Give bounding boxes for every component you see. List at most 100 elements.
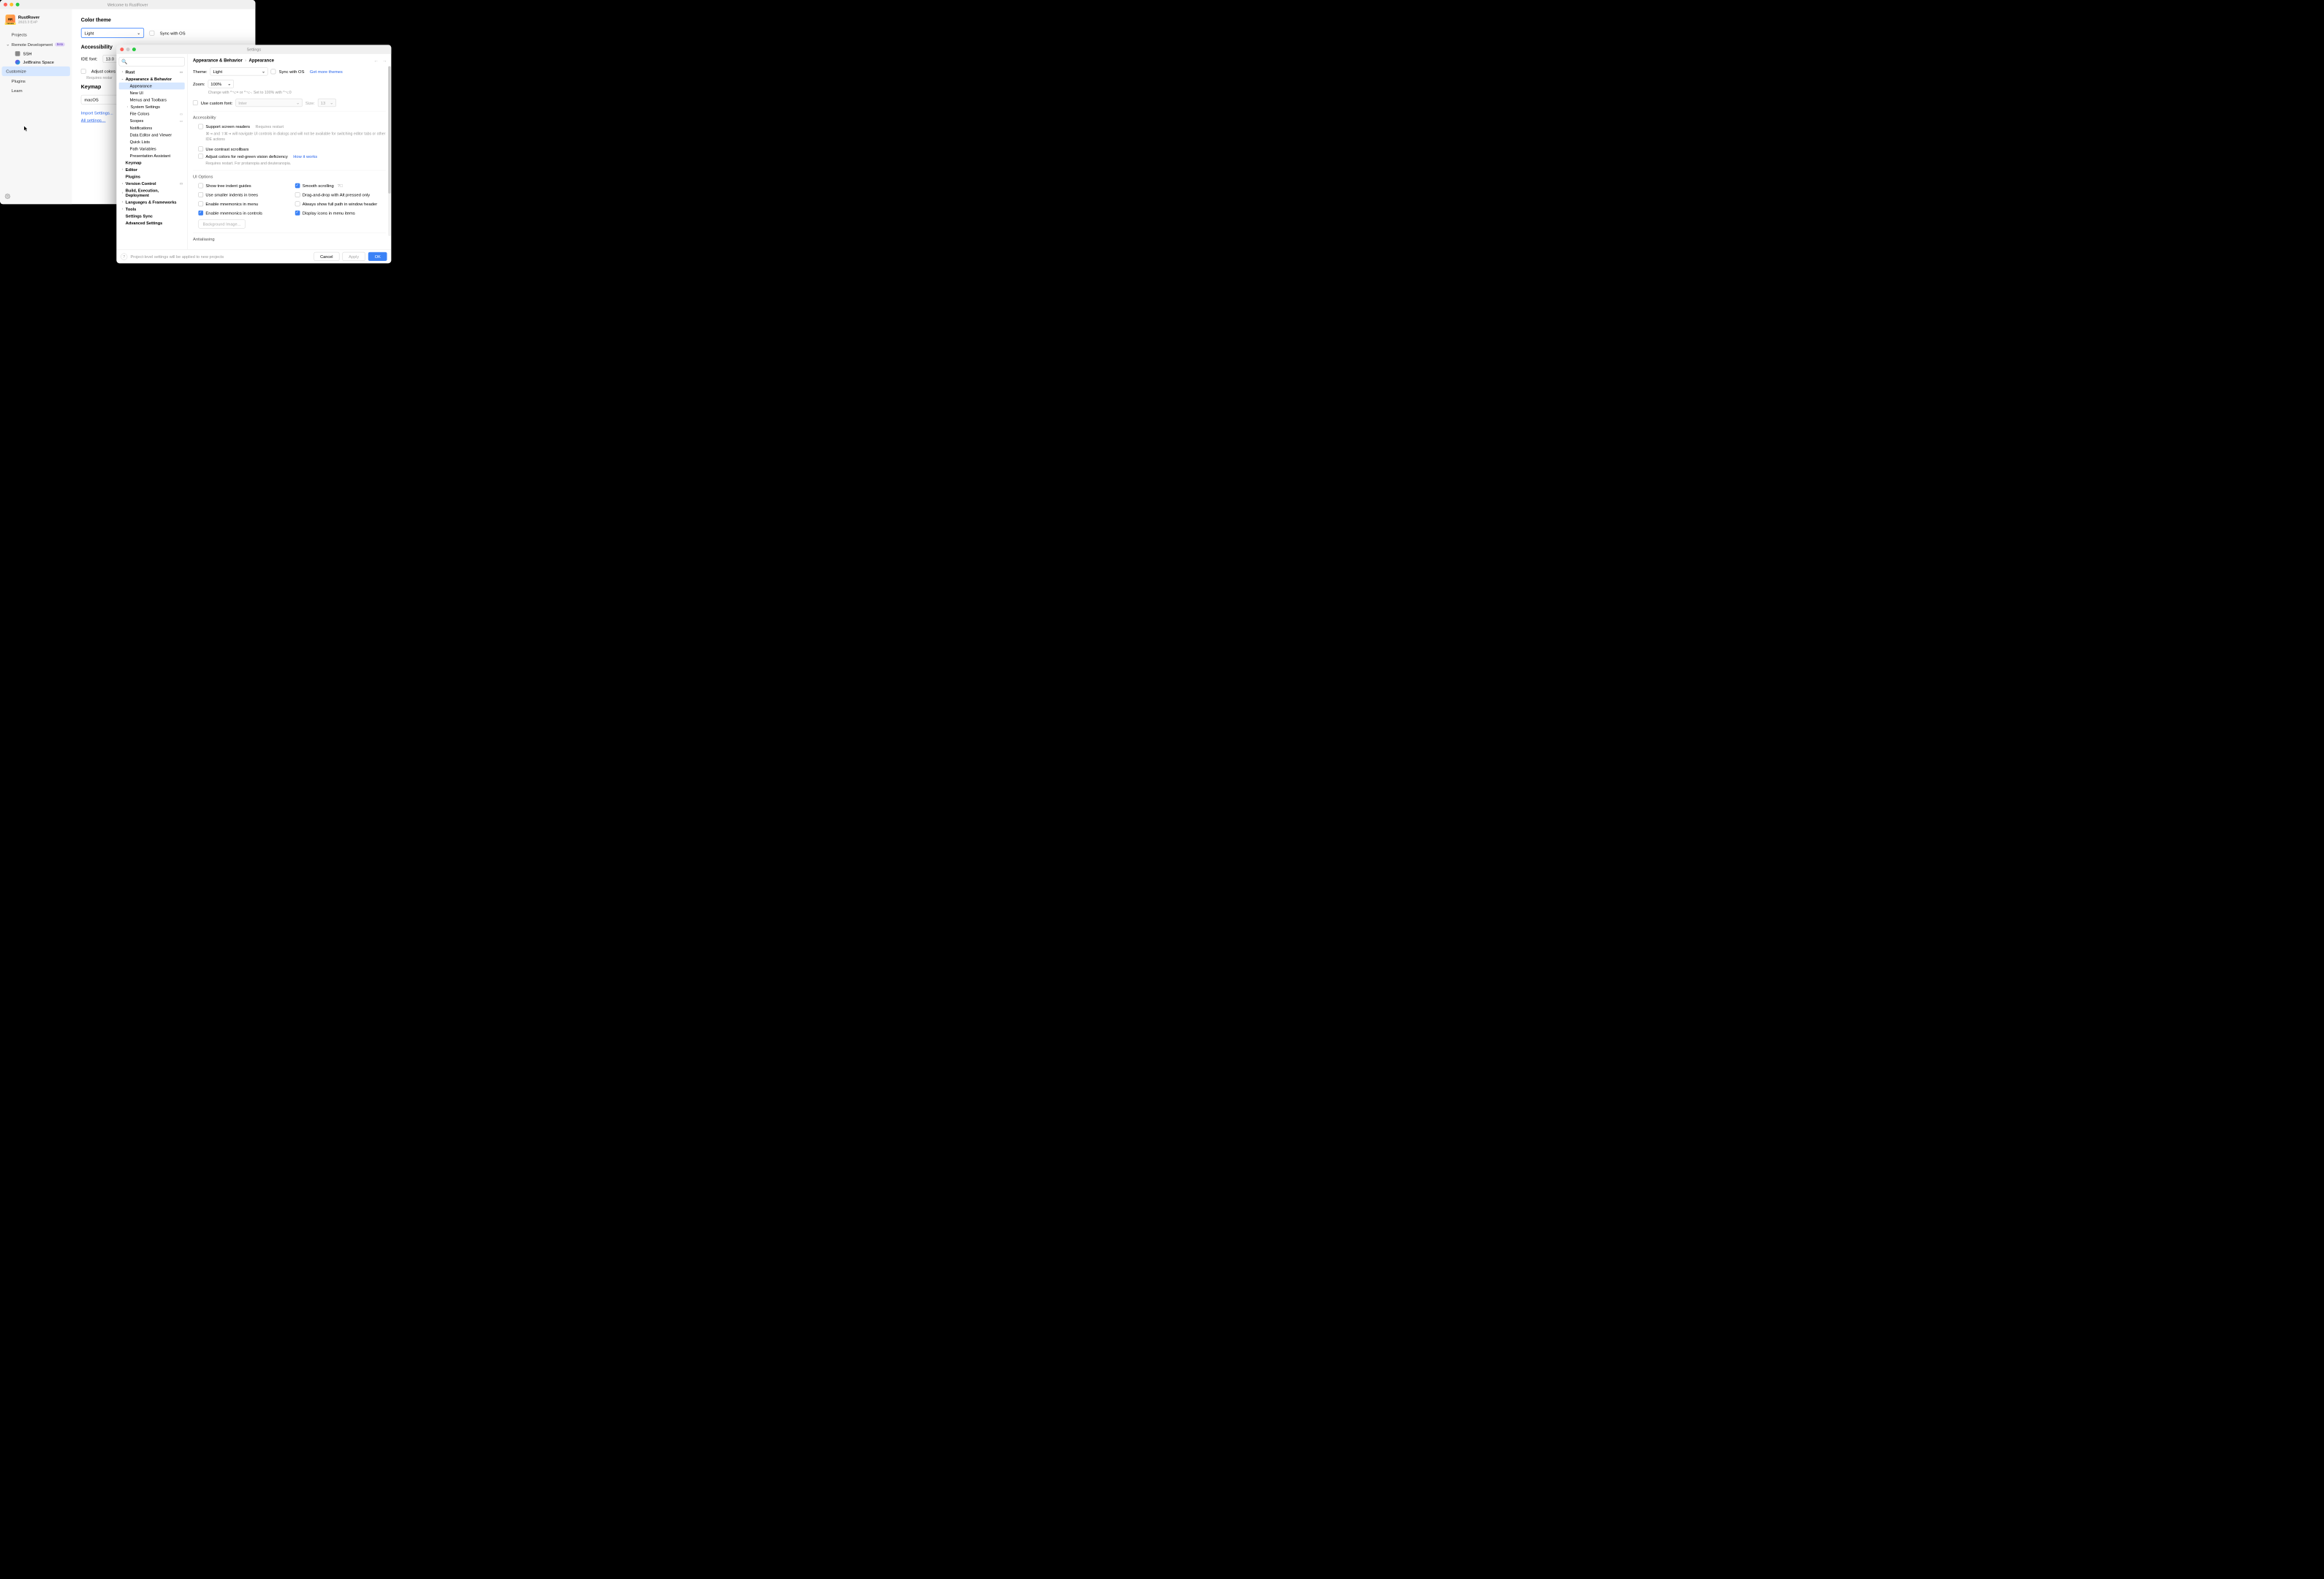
tree-presentation[interactable]: Presentation Assistant — [119, 152, 185, 159]
nav-customize[interactable]: Customize — [1, 67, 69, 76]
tree-system-settings[interactable]: ›System Settings — [119, 104, 185, 111]
tree-label: Keymap — [126, 161, 142, 165]
tree-label: Data Editor and Viewer — [130, 132, 172, 137]
tree-tools[interactable]: ›Tools — [119, 205, 185, 213]
tree-label: Path Variables — [130, 146, 156, 151]
tree-keymap[interactable]: Keymap — [119, 159, 185, 167]
tree-label: Settings Sync — [126, 214, 153, 219]
tree-file-colors[interactable]: File Colors ▭ — [119, 110, 185, 118]
tree-label: Presentation Assistant — [130, 154, 170, 158]
tree-data-editor[interactable]: Data Editor and Viewer — [119, 132, 185, 139]
full-path-checkbox[interactable] — [295, 202, 300, 207]
tree-appearance-behavior[interactable]: ⌄Appearance & Behavior — [119, 75, 185, 83]
search-field[interactable] — [129, 59, 182, 64]
nav-plugins[interactable]: Plugins — [0, 76, 72, 86]
full-path-label: Always show full path in window header — [303, 202, 377, 207]
ok-button[interactable]: OK — [368, 252, 387, 261]
theme-dropdown[interactable]: Light ⌄ — [81, 28, 144, 38]
search-input[interactable]: 🔍 — [119, 57, 185, 66]
sync-os-checkbox[interactable] — [150, 31, 155, 36]
breadcrumb-parent[interactable]: Appearance & Behavior — [193, 58, 243, 64]
chevron-right-icon: › — [245, 58, 246, 64]
tree-scopes[interactable]: Scopes▭ — [119, 118, 185, 125]
mnemonics-controls-label: Enable mnemonics in controls — [205, 211, 262, 216]
tree-label: Build, Execution, Deployment — [126, 189, 183, 197]
nav-jetbrains-space[interactable]: JetBrains Space — [0, 58, 72, 67]
screen-readers-hint: ⌘⇥ and ⇧⌘⇥ will navigate UI controls in … — [198, 131, 385, 143]
tree-advanced[interactable]: Advanced Settings — [119, 219, 185, 227]
tree-appearance[interactable]: Appearance — [119, 83, 185, 90]
tree-plugins[interactable]: Plugins — [119, 173, 185, 181]
tree-new-ui[interactable]: New UI — [119, 89, 185, 96]
nav-projects[interactable]: Projects — [0, 30, 72, 39]
requires-restart-hint: Requires restart — [256, 124, 284, 129]
how-it-works-link[interactable]: How it works — [293, 154, 317, 159]
project-badge-icon: ▭ — [180, 112, 183, 116]
chevron-down-icon: ⌄ — [137, 31, 140, 36]
gear-icon[interactable] — [5, 194, 10, 201]
tree-label: Rust — [126, 69, 134, 74]
theme-select[interactable]: Light⌄ — [210, 67, 268, 75]
tree-label: Menus and Toolbars — [130, 98, 167, 102]
smaller-indents-checkbox[interactable] — [198, 192, 203, 197]
tree-indent-checkbox[interactable] — [198, 183, 203, 189]
mnemonics-menu-checkbox[interactable] — [198, 202, 203, 207]
select-value: 100% — [210, 81, 221, 86]
dropdown-value: macOS — [84, 97, 98, 102]
cancel-button[interactable]: Cancel — [314, 252, 339, 261]
size-select[interactable]: 13⌄ — [318, 99, 336, 107]
nav-remote-development[interactable]: ⌄Remote DevelopmentBeta — [0, 39, 72, 50]
nav-ssh[interactable]: SSH — [0, 50, 72, 58]
dropdown-value: Light — [85, 31, 94, 36]
chevron-right-icon: › — [121, 208, 124, 211]
scrollbar-thumb[interactable] — [388, 66, 390, 193]
nav-learn[interactable]: Learn — [0, 86, 72, 95]
drag-drop-alt-checkbox[interactable] — [295, 192, 300, 197]
tree-label: Quick Lists — [130, 140, 150, 144]
font-select[interactable]: Inter⌄ — [235, 99, 302, 107]
tree-quick-lists[interactable]: Quick Lists — [119, 138, 185, 145]
size-label: Size: — [305, 100, 315, 105]
nav-label: Learn — [12, 88, 23, 94]
tree-settings-sync[interactable]: Settings Sync — [119, 213, 185, 220]
smooth-scrolling-checkbox[interactable] — [295, 183, 300, 189]
background-image-button[interactable]: Background Image... — [198, 220, 245, 229]
tree-notifications[interactable]: Notifications — [119, 124, 185, 132]
tree-path-variables[interactable]: Path Variables — [119, 145, 185, 153]
tree-languages[interactable]: ›Languages & Frameworks — [119, 199, 185, 206]
sync-os-checkbox[interactable] — [271, 69, 276, 74]
app-icon: RR — [5, 15, 15, 24]
mnemonics-controls-checkbox[interactable] — [198, 211, 203, 216]
display-icons-checkbox[interactable] — [295, 211, 300, 216]
contrast-scrollbars-checkbox[interactable] — [198, 146, 203, 151]
tree-label: Editor — [126, 167, 137, 172]
tree-label: Scopes — [130, 118, 144, 123]
custom-font-checkbox[interactable] — [193, 100, 198, 105]
adjust-colors-checkbox[interactable] — [198, 154, 203, 159]
tree-menus-toolbars[interactable]: Menus and Toolbars — [119, 96, 185, 104]
drag-drop-alt-label: Drag-and-drop with Alt pressed only — [303, 192, 370, 197]
tree-label: Notifications — [130, 126, 153, 130]
tree-build[interactable]: ›Build, Execution, Deployment — [119, 187, 185, 199]
tree-rust[interactable]: ›Rust▭ — [119, 69, 185, 76]
adjust-colors-checkbox[interactable] — [81, 69, 86, 74]
tree-label: File Colors — [130, 112, 150, 116]
scrollbar[interactable] — [388, 66, 390, 235]
forward-icon[interactable]: → — [382, 58, 387, 64]
zoom-select[interactable]: 100%⌄ — [208, 80, 234, 88]
help-icon[interactable]: ? — [121, 253, 127, 260]
tree-version-control[interactable]: ›Version Control▭ — [119, 181, 185, 188]
screen-readers-checkbox[interactable] — [198, 124, 203, 129]
adjust-colors-label: Adjust colors f — [91, 69, 118, 74]
chevron-down-icon: ⌄ — [121, 77, 124, 81]
get-themes-link[interactable]: Get more themes — [310, 69, 343, 74]
help-icon[interactable]: ?⃝ — [338, 183, 343, 189]
titlebar: Welcome to RustRover — [0, 0, 255, 9]
tree-editor[interactable]: ›Editor — [119, 166, 185, 173]
back-icon[interactable]: ← — [373, 58, 379, 64]
select-value: Light — [213, 69, 223, 74]
nav-label: SSH — [23, 51, 32, 56]
select-value: 13 — [321, 100, 325, 105]
apply-button[interactable]: Apply — [342, 252, 365, 261]
theme-label: Theme: — [193, 69, 208, 74]
